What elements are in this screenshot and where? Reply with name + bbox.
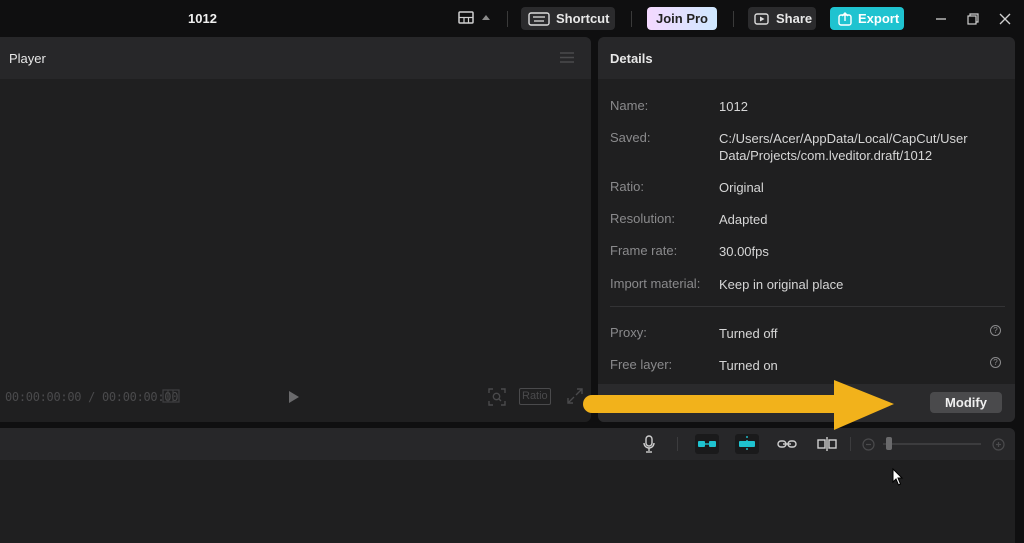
menu-icon[interactable] [560,52,574,63]
link-icon [777,440,797,448]
share-label: Share [776,11,813,26]
timecode: 00:00:00:00 / 00:00:00:00 [5,390,179,404]
help-icon[interactable]: ? [990,325,1001,336]
shortcut-button[interactable]: Shortcut [521,7,615,30]
player-controls: 00:00:00:00 / 00:00:00:00 Ratio [0,388,591,406]
timeline-panel [0,428,1015,543]
export-icon [838,11,852,26]
shortcut-label: Shortcut [556,11,610,26]
details-divider [610,306,1005,307]
close-button[interactable] [995,9,1015,29]
detail-value: C:/Users/Acer/AppData/Local/CapCut/User … [719,131,968,163]
snap-icon [739,436,755,452]
mouse-cursor [892,468,904,486]
keyboard-icon [528,11,550,26]
close-icon [999,13,1011,25]
detail-label: Resolution: [610,211,676,226]
details-header: Details [598,37,1015,79]
restore-button[interactable] [963,9,983,29]
detail-value: Original [719,180,764,195]
player-panel: Player 00:00:00:00 / 00:00:00:00 Ratio [0,37,591,422]
separator [733,11,734,27]
detail-label: Frame rate: [610,243,678,258]
minimize-icon [936,18,946,20]
link-clips-button[interactable] [695,434,719,454]
share-button[interactable]: Share [748,7,816,30]
detail-value: Turned on [719,358,778,373]
zoom-out-icon[interactable] [862,438,875,451]
detail-label: Proxy: [610,325,647,340]
ratio-button[interactable]: Ratio [519,388,551,405]
player-header: Player [0,37,591,79]
split-icon [817,437,837,451]
zoom-slider-track[interactable] [883,443,981,445]
split-button[interactable] [816,434,838,454]
timeline-toolbar [0,428,1015,460]
detail-label: Free layer: [610,357,673,372]
help-icon[interactable]: ? [990,357,1001,368]
link-button[interactable] [776,434,798,454]
detail-value: 1012 [719,99,748,114]
player-title: Player [9,51,46,66]
join-pro-button[interactable]: Join Pro [647,7,717,30]
separator [507,11,508,27]
modify-button[interactable]: Modify [930,392,1002,413]
details-panel: Details Name: 1012 Saved: C:/Users/Acer/… [598,37,1015,422]
microphone-button[interactable] [638,434,660,454]
share-icon [754,12,769,25]
layout-icon [458,11,490,24]
zoom-in-icon[interactable] [992,438,1005,451]
detail-value: Turned off [719,326,778,341]
details-title: Details [610,51,653,66]
detail-value: 30.00fps [719,244,769,259]
snap-button[interactable] [735,434,759,454]
export-label: Export [858,11,900,26]
export-button[interactable]: Export [830,7,904,30]
separator [677,437,678,451]
timeline-grid-icon[interactable] [161,388,181,404]
zoom-slider-thumb[interactable] [886,437,892,450]
detail-value: Adapted [719,212,768,227]
minimize-button[interactable] [931,9,951,29]
detail-label: Saved: [610,130,651,145]
play-icon[interactable] [286,390,300,404]
detail-label: Name: [610,98,649,113]
title-bar: 1012 Shortcut Join Pro Share Export [0,0,1024,36]
detail-value: Keep in original place [719,277,844,292]
link-clips-icon [698,441,716,447]
detail-label: Import material: [610,276,701,291]
layout-button[interactable] [458,10,492,28]
microphone-icon [643,435,655,453]
arrow-annotation [583,380,894,430]
detail-label: Ratio: [610,179,644,194]
project-title: 1012 [188,11,217,26]
separator [631,11,632,27]
separator [850,437,851,451]
restore-icon [967,13,979,25]
zoom-fit-icon[interactable] [488,388,506,406]
